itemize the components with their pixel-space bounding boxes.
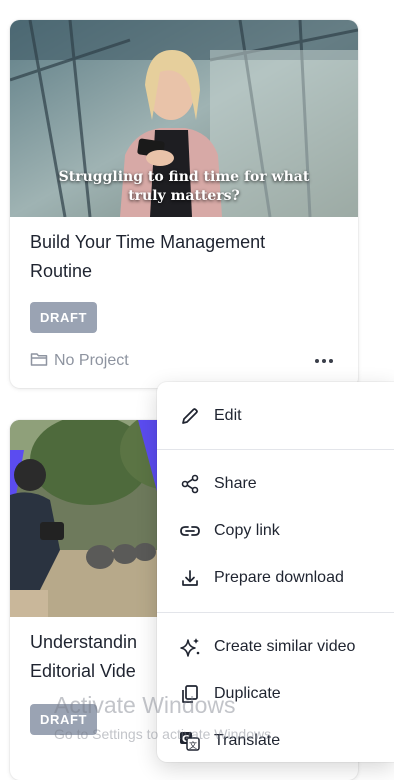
duplicate-icon [179, 683, 201, 705]
context-menu: Edit Share Copy link Prepare download Cr… [157, 382, 394, 762]
project-label[interactable]: No Project [30, 350, 129, 372]
menu-item-translate[interactable]: G文 Translate [157, 721, 394, 761]
more-options-button[interactable] [312, 350, 336, 372]
svg-text:文: 文 [189, 740, 197, 750]
menu-item-copy-link[interactable]: Copy link [157, 511, 394, 551]
folder-icon [30, 351, 48, 372]
status-badge: DRAFT [30, 704, 98, 735]
video-title[interactable]: Build Your Time Management Routine [30, 228, 330, 286]
link-icon [179, 520, 201, 542]
menu-divider [157, 612, 394, 613]
menu-item-prepare-download[interactable]: Prepare download [157, 558, 394, 598]
project-name: No Project [54, 352, 129, 369]
share-icon [179, 473, 201, 495]
menu-item-create-similar-video[interactable]: Create similar video [157, 627, 394, 667]
menu-divider [157, 449, 394, 450]
menu-item-edit[interactable]: Edit [157, 396, 394, 436]
download-icon [179, 567, 201, 589]
sparkle-icon [179, 636, 201, 658]
thumbnail-caption: Struggling to find time for what truly m… [58, 169, 310, 204]
menu-item-share[interactable]: Share [157, 464, 394, 504]
menu-item-duplicate[interactable]: Duplicate [157, 674, 394, 714]
video-thumbnail[interactable]: Struggling to find time for what truly m… [10, 20, 358, 217]
video-card[interactable]: Struggling to find time for what truly m… [10, 20, 358, 388]
more-horizontal-icon [315, 359, 333, 363]
pencil-icon [179, 405, 201, 427]
status-badge: DRAFT [30, 302, 98, 333]
translate-icon: G文 [179, 730, 201, 752]
